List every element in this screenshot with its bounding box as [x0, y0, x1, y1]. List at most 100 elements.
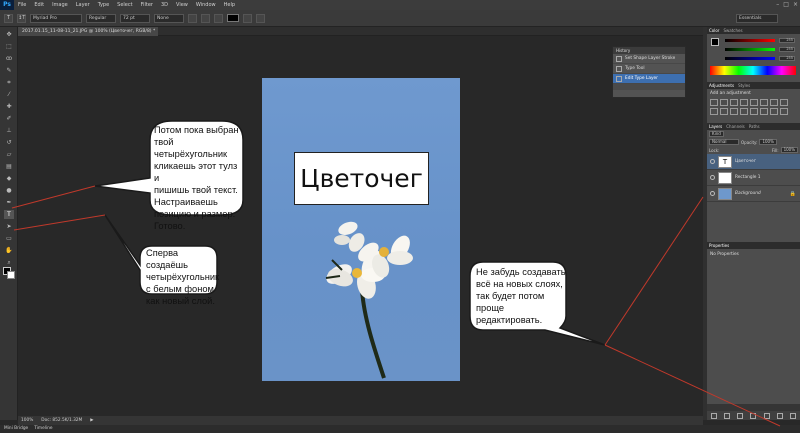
- pen-tool-icon[interactable]: ✒: [4, 198, 14, 207]
- red-slider[interactable]: [725, 39, 775, 42]
- status-arrow-icon[interactable]: ▶: [90, 418, 93, 423]
- tab-timeline[interactable]: Timeline: [34, 425, 52, 433]
- blue-slider[interactable]: [725, 57, 775, 60]
- align-left-icon[interactable]: [188, 13, 197, 23]
- minimize-button[interactable]: –: [776, 0, 779, 10]
- document-image[interactable]: Цветочег: [262, 78, 460, 381]
- workspace-select[interactable]: Essentials: [736, 14, 778, 23]
- tab-channels[interactable]: Channels: [726, 123, 745, 130]
- add-mask-icon[interactable]: [737, 412, 744, 419]
- eye-icon[interactable]: [710, 175, 715, 180]
- zoom-level[interactable]: 100%: [21, 418, 33, 423]
- crop-tool-icon[interactable]: ⌗: [4, 78, 14, 87]
- font-style-select[interactable]: Regular: [86, 13, 116, 23]
- eyedropper-tool-icon[interactable]: ⁄: [4, 90, 14, 99]
- menu-image[interactable]: Image: [48, 0, 72, 10]
- menu-3d[interactable]: 3D: [157, 0, 172, 10]
- menu-select[interactable]: Select: [113, 0, 136, 10]
- photo-filter-icon[interactable]: [710, 108, 718, 115]
- background-color-swatch[interactable]: [7, 271, 15, 279]
- brush-tool-icon[interactable]: ✐: [4, 114, 14, 123]
- trash-icon[interactable]: [790, 412, 797, 419]
- history-brush-tool-icon[interactable]: ↺: [4, 138, 14, 147]
- green-value[interactable]: 255: [779, 47, 795, 52]
- text-orientation-button[interactable]: ↕T: [17, 13, 26, 23]
- close-button[interactable]: ×: [793, 0, 798, 10]
- layer-style-icon[interactable]: [723, 412, 730, 419]
- link-layers-icon[interactable]: [710, 412, 717, 419]
- channel-mixer-icon[interactable]: [720, 108, 728, 115]
- menu-layer[interactable]: Layer: [72, 0, 94, 10]
- zoom-tool-icon[interactable]: ⌕: [4, 258, 14, 267]
- tab-swatches[interactable]: Swatches: [723, 27, 742, 34]
- hue-saturation-icon[interactable]: [760, 99, 768, 106]
- eye-icon[interactable]: [710, 191, 715, 196]
- history-item[interactable]: Set Shape Layer Stroke: [613, 54, 685, 64]
- tab-properties[interactable]: Properties: [709, 242, 729, 249]
- document-tab[interactable]: 2017.01.15_11-08-11_21.JPG @ 100% (Цвето…: [18, 27, 158, 36]
- history-item[interactable]: Type Tool: [613, 64, 685, 74]
- rectangle-tool-icon[interactable]: ▭: [4, 234, 14, 243]
- color-spectrum[interactable]: [710, 66, 796, 75]
- gradient-tool-icon[interactable]: ▤: [4, 162, 14, 171]
- antialias-select[interactable]: None: [154, 13, 184, 23]
- menu-type[interactable]: Type: [94, 0, 113, 10]
- character-panel-icon[interactable]: [256, 13, 265, 23]
- lasso-tool-icon[interactable]: ꝏ: [4, 54, 14, 63]
- gradient-map-icon[interactable]: [770, 108, 778, 115]
- brightness-icon[interactable]: [710, 99, 718, 106]
- green-slider[interactable]: [725, 48, 775, 51]
- color-lookup-icon[interactable]: [730, 108, 738, 115]
- font-size-select[interactable]: 72 pt: [120, 13, 150, 23]
- dodge-tool-icon[interactable]: ●: [4, 186, 14, 195]
- tab-adjustments[interactable]: Adjustments: [709, 82, 734, 89]
- history-item-active[interactable]: Edit Type Layer: [613, 74, 685, 84]
- tab-layers[interactable]: Layers: [709, 123, 722, 130]
- layer-filter-select[interactable]: Kind: [709, 131, 724, 137]
- fill-input[interactable]: 100%: [780, 147, 798, 153]
- text-color-swatch[interactable]: [227, 14, 239, 22]
- tab-paths[interactable]: Paths: [749, 123, 760, 130]
- align-right-icon[interactable]: [214, 13, 223, 23]
- tab-color[interactable]: Color: [709, 27, 719, 34]
- maximize-button[interactable]: □: [783, 0, 789, 10]
- hand-tool-icon[interactable]: ✋: [4, 246, 14, 255]
- warp-text-icon[interactable]: [243, 13, 252, 23]
- foreground-color-swatch[interactable]: [711, 38, 719, 46]
- menu-file[interactable]: File: [14, 0, 30, 10]
- new-layer-icon[interactable]: [777, 412, 784, 419]
- path-select-tool-icon[interactable]: ➤: [4, 222, 14, 231]
- quick-select-tool-icon[interactable]: ✎: [4, 66, 14, 75]
- vibrance-icon[interactable]: [750, 99, 758, 106]
- doc-info[interactable]: Doc: 852.5K/1.32M: [41, 418, 82, 423]
- layer-row-rectangle[interactable]: Rectangle 1: [707, 170, 800, 186]
- exposure-icon[interactable]: [740, 99, 748, 106]
- clone-stamp-tool-icon[interactable]: ⊥: [4, 126, 14, 135]
- font-family-select[interactable]: Myriad Pro: [30, 13, 82, 23]
- threshold-icon[interactable]: [760, 108, 768, 115]
- adjustment-layer-icon[interactable]: [750, 412, 757, 419]
- blur-tool-icon[interactable]: ◆: [4, 174, 14, 183]
- opacity-input[interactable]: 100%: [759, 139, 777, 145]
- type-tool-icon[interactable]: T: [4, 210, 14, 219]
- blend-mode-select[interactable]: Normal: [709, 139, 739, 145]
- marquee-tool-icon[interactable]: ⬚: [4, 42, 14, 51]
- selective-color-icon[interactable]: [780, 108, 788, 115]
- align-center-icon[interactable]: [201, 13, 210, 23]
- red-value[interactable]: 255: [779, 38, 795, 43]
- menu-help[interactable]: Help: [220, 0, 239, 10]
- eraser-tool-icon[interactable]: ▱: [4, 150, 14, 159]
- healing-tool-icon[interactable]: ✚: [4, 102, 14, 111]
- black-white-icon[interactable]: [780, 99, 788, 106]
- menu-edit[interactable]: Edit: [30, 0, 48, 10]
- menu-view[interactable]: View: [172, 0, 192, 10]
- type-tool-icon[interactable]: T: [4, 13, 13, 23]
- color-balance-icon[interactable]: [770, 99, 778, 106]
- tab-mini-bridge[interactable]: Mini Bridge: [4, 425, 28, 433]
- new-group-icon[interactable]: [763, 412, 770, 419]
- eye-icon[interactable]: [710, 159, 715, 164]
- layer-row-text[interactable]: T Цветочег: [707, 154, 800, 170]
- tab-styles[interactable]: Styles: [738, 82, 750, 89]
- invert-icon[interactable]: [740, 108, 748, 115]
- layer-row-background[interactable]: Background 🔒: [707, 186, 800, 202]
